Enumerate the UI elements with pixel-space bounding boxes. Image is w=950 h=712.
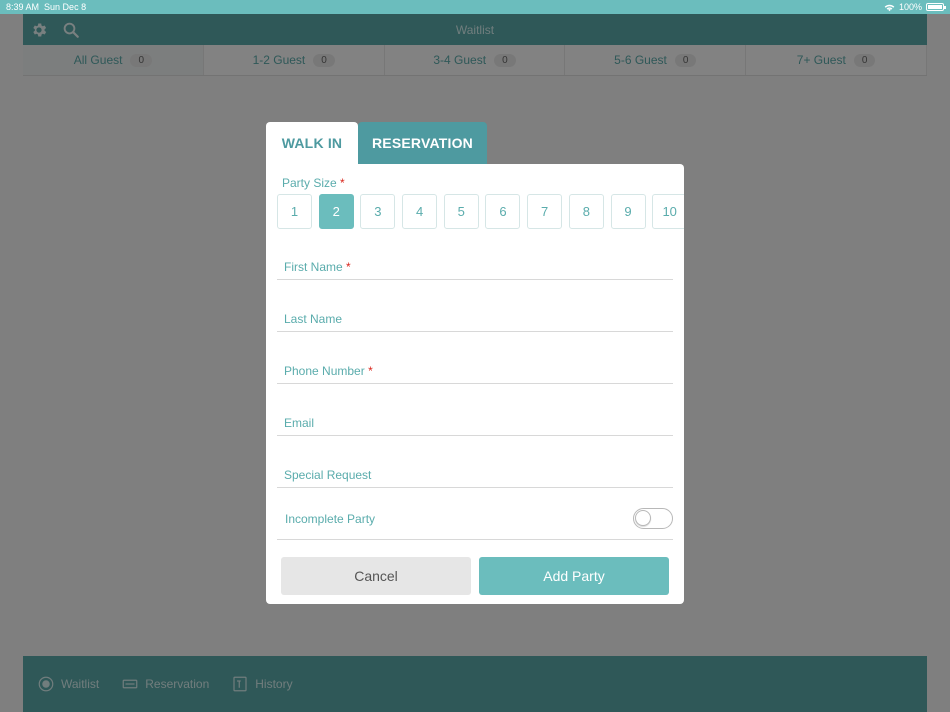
tab-walk-in[interactable]: WALK IN bbox=[266, 122, 358, 164]
battery-percent: 100% bbox=[898, 2, 922, 12]
last-name-input[interactable] bbox=[284, 312, 673, 326]
modal-tabs: WALK IN RESERVATION bbox=[266, 122, 487, 164]
party-size-option-6[interactable]: 6 bbox=[485, 194, 521, 229]
party-size-option-8[interactable]: 8 bbox=[568, 194, 604, 229]
party-size-option-7[interactable]: 7 bbox=[527, 194, 563, 229]
battery-icon bbox=[926, 3, 946, 11]
status-date: Sun Dec 8 bbox=[44, 2, 87, 12]
required-mark: * bbox=[346, 260, 351, 274]
party-size-selector: 1 2 3 4 5 6 7 8 9 10 bbox=[277, 194, 684, 229]
required-mark: * bbox=[340, 176, 345, 190]
last-name-field[interactable] bbox=[277, 302, 673, 332]
tab-reservation[interactable]: RESERVATION bbox=[358, 122, 487, 164]
phone-number-label: Phone Number * bbox=[284, 364, 373, 378]
party-size-option-4[interactable]: 4 bbox=[402, 194, 438, 229]
add-party-button[interactable]: Add Party bbox=[479, 557, 669, 595]
status-bar: 8:39 AM Sun Dec 8 100% bbox=[0, 0, 950, 14]
party-size-label: Party Size * bbox=[282, 176, 345, 190]
special-request-field[interactable] bbox=[277, 458, 673, 488]
phone-number-field[interactable]: Phone Number * bbox=[277, 354, 673, 384]
special-request-input[interactable] bbox=[284, 468, 673, 482]
first-name-label: First Name * bbox=[284, 260, 351, 274]
phone-number-text: Phone Number bbox=[284, 364, 365, 378]
toggle-knob bbox=[635, 510, 651, 526]
incomplete-party-label: Incomplete Party bbox=[285, 511, 376, 526]
party-size-option-5[interactable]: 5 bbox=[443, 194, 479, 229]
cancel-button[interactable]: Cancel bbox=[281, 557, 471, 595]
incomplete-party-toggle[interactable] bbox=[633, 508, 673, 529]
party-size-option-3[interactable]: 3 bbox=[360, 194, 396, 229]
party-size-option-2[interactable]: 2 bbox=[318, 194, 354, 229]
required-mark: * bbox=[368, 364, 373, 378]
email-field[interactable] bbox=[277, 406, 673, 436]
status-time: 8:39 AM bbox=[6, 2, 40, 12]
email-input[interactable] bbox=[284, 416, 673, 430]
status-right: 100% bbox=[884, 2, 946, 12]
add-party-dialog: Party Size * 12345678910 First Name * Ph… bbox=[266, 164, 684, 604]
status-time-date: 8:39 AM Sun Dec 8 bbox=[6, 2, 86, 12]
wifi-icon bbox=[884, 4, 895, 11]
party-size-text: Party Size bbox=[282, 176, 337, 190]
party-size-option-10[interactable]: 10 bbox=[652, 194, 684, 229]
party-size-option-1[interactable]: 1 bbox=[277, 194, 312, 229]
incomplete-party-row: Incomplete Party bbox=[277, 498, 673, 540]
first-name-text: First Name bbox=[284, 260, 343, 274]
party-size-option-9[interactable]: 9 bbox=[610, 194, 646, 229]
first-name-field[interactable]: First Name * bbox=[277, 250, 673, 280]
